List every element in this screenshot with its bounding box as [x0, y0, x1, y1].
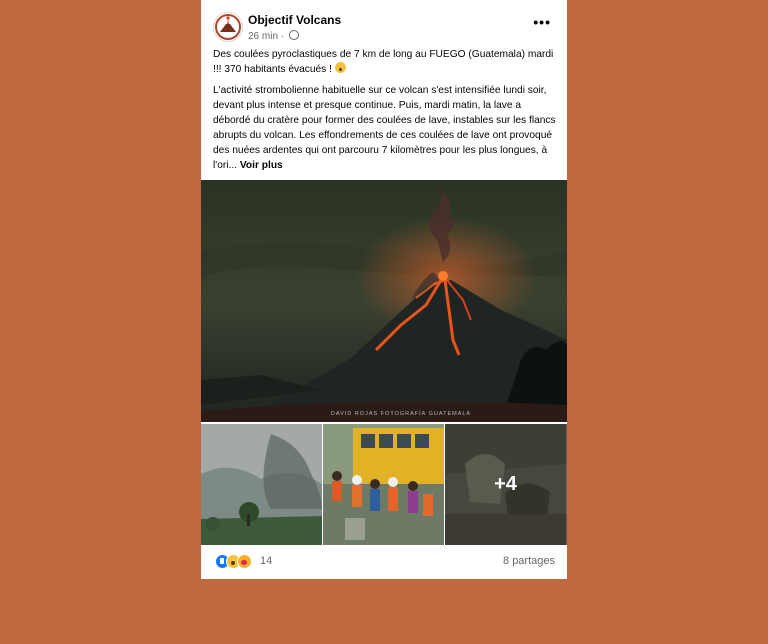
thumbnail-more-photos[interactable]: +4	[445, 424, 567, 545]
post-time[interactable]: 26 min	[248, 31, 278, 42]
thumbnail-ash-cloud[interactable]	[201, 424, 322, 545]
globe-icon	[288, 30, 299, 40]
post-meta: 26 min ·	[248, 30, 299, 42]
more-photos-count: +4	[445, 424, 566, 545]
more-options-icon[interactable]: •••	[533, 14, 551, 30]
post-body: L'activité strombolienne habituelle sur …	[213, 85, 556, 171]
see-more-link[interactable]: Voir plus	[240, 160, 283, 171]
page-name-link[interactable]: Objectif Volcans	[248, 13, 341, 27]
thumbnail-evacuation-bus[interactable]	[323, 424, 444, 545]
page-avatar[interactable]	[213, 12, 243, 42]
post-footer: 14 8 partages	[201, 546, 567, 579]
photo-watermark: DAVID ROJAS FOTOGRAFÍA GUATEMALA	[331, 410, 471, 417]
photo-grid: +4	[201, 424, 567, 545]
volcano-logo-icon	[215, 14, 241, 40]
shares-count[interactable]: 8 partages	[503, 555, 555, 567]
post-header: Objectif Volcans 26 min · •••	[201, 0, 567, 44]
reaction-count[interactable]: 14	[260, 555, 272, 567]
surprised-emoji-icon	[334, 62, 346, 73]
care-icon	[237, 554, 252, 569]
volcano-eruption-photo[interactable]: DAVID ROJAS FOTOGRAFÍA GUATEMALA	[201, 180, 567, 422]
post-card: Objectif Volcans 26 min · ••• Des coulée…	[201, 0, 567, 579]
post-text: Des coulées pyroclastiques de 7 km de lo…	[213, 47, 557, 179]
post-headline: Des coulées pyroclastiques de 7 km de lo…	[213, 49, 554, 75]
